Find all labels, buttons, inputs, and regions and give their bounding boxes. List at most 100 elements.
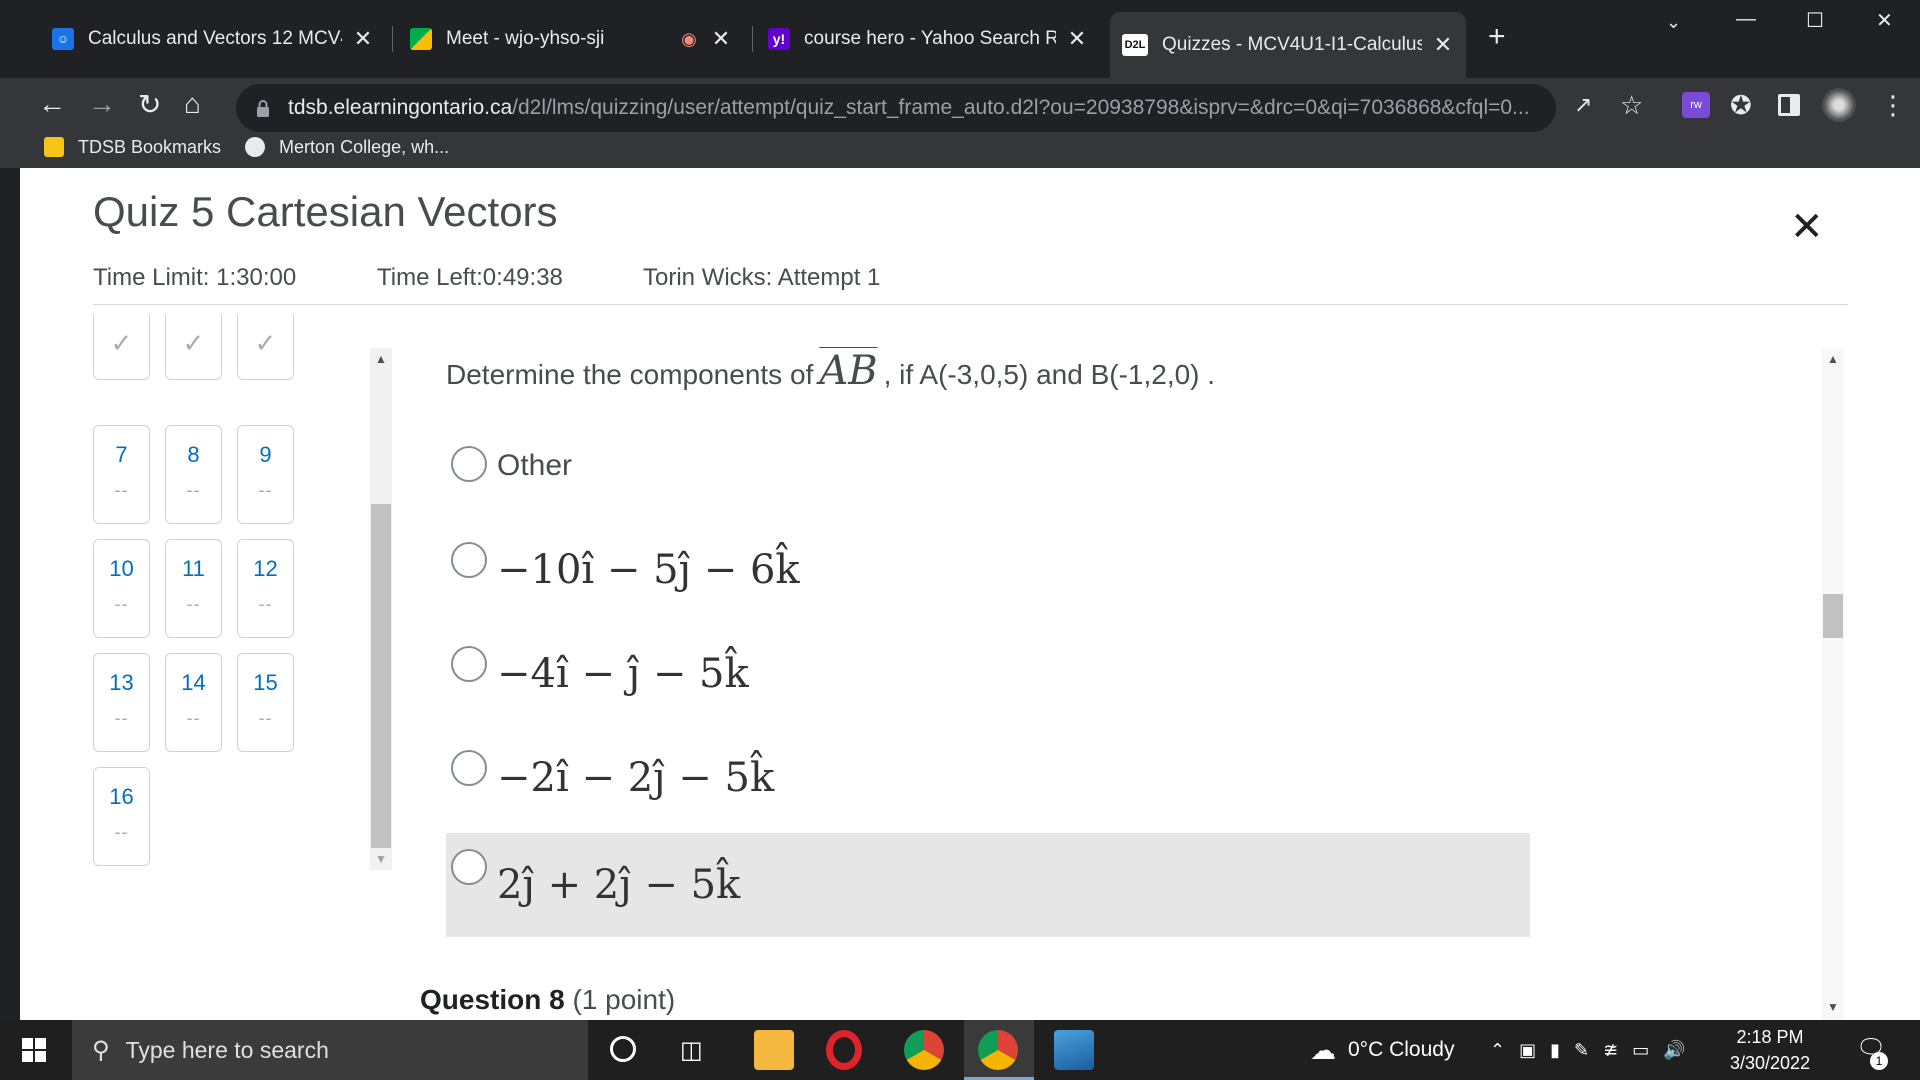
radio-button[interactable] <box>451 849 487 885</box>
reload-button[interactable]: ↻ <box>138 88 161 121</box>
chrome-profile-icon[interactable] <box>978 1030 1018 1070</box>
home-button[interactable]: ⌂ <box>184 88 201 120</box>
nav-question-12[interactable]: 12 -- <box>237 539 294 638</box>
volume-icon[interactable]: 🔊 <box>1663 1040 1685 1061</box>
answer-option-4[interactable]: −2î − 2ĵ − 5k̂ <box>446 726 1530 830</box>
url-host: tdsb.elearningontario.ca <box>288 96 513 119</box>
yahoo-icon: y! <box>768 28 790 50</box>
photos-icon[interactable] <box>1054 1030 1094 1070</box>
time-left: Time Left:0:49:38 <box>377 264 563 291</box>
new-tab-button[interactable]: + <box>1488 20 1506 54</box>
answer-option-5[interactable]: 2ĵ + 2ĵ − 5k̂ <box>446 833 1530 937</box>
nav-question-8[interactable]: 8 -- <box>165 425 222 524</box>
nav-question-7[interactable]: 7 -- <box>93 425 150 524</box>
weather-widget[interactable]: ☁ 0°C Cloudy <box>1310 1020 1454 1080</box>
chrome-icon[interactable] <box>904 1030 944 1070</box>
search-icon: ⚲ <box>92 1036 110 1064</box>
folder-icon <box>44 137 64 157</box>
meet-tray-icon[interactable]: ▣ <box>1519 1040 1536 1061</box>
tab-classroom[interactable]: ☺ Calculus and Vectors 12 MCV4U1 ✕ <box>40 16 386 62</box>
pen-icon[interactable]: ✎ <box>1574 1040 1589 1061</box>
vector-ab: AB <box>819 348 878 394</box>
window-edge <box>0 168 20 1020</box>
scroll-down-arrow-icon[interactable]: ▼ <box>1827 1000 1839 1014</box>
nav-question-11[interactable]: 11 -- <box>165 539 222 638</box>
microphone-icon[interactable]: ▮ <box>1550 1040 1560 1061</box>
time-limit: Time Limit: 1:30:00 <box>93 264 297 291</box>
side-panel-icon[interactable] <box>1778 94 1800 116</box>
wifi-icon[interactable]: ≇ <box>1603 1040 1618 1061</box>
taskbar-search[interactable]: ⚲ Type here to search <box>72 1020 588 1080</box>
meet-icon <box>410 28 432 50</box>
radio-button[interactable] <box>451 446 487 482</box>
opera-icon[interactable] <box>826 1030 862 1070</box>
tab-search-icon[interactable]: ⌄ <box>1666 12 1681 33</box>
close-tab-icon[interactable]: ✕ <box>352 26 374 52</box>
tab-yahoo[interactable]: y! course hero - Yahoo Search Resu ✕ <box>756 16 1100 62</box>
bookmark-tdsb[interactable]: TDSB Bookmarks <box>44 137 221 158</box>
nav-scrollbar[interactable]: ▲ ▼ <box>370 348 392 870</box>
answer-option-2[interactable]: −10î − 5ĵ − 6k̂ <box>446 518 1530 622</box>
nav-question-13[interactable]: 13 -- <box>93 653 150 752</box>
windows-start-icon[interactable] <box>22 1038 46 1062</box>
content-scrollbar-thumb[interactable] <box>1823 594 1843 638</box>
back-button[interactable]: ← <box>38 88 66 120</box>
task-view-icon[interactable]: ◫ <box>680 1036 703 1065</box>
nav-question-5[interactable]: ✓ <box>165 314 222 380</box>
address-bar[interactable]: tdsb.elearningontario.ca/d2l/lms/quizzin… <box>236 84 1556 132</box>
tab-strip: ☺ Calculus and Vectors 12 MCV4U1 ✕ Meet … <box>0 0 1920 78</box>
close-tab-icon[interactable]: ✕ <box>1432 32 1454 58</box>
nav-question-10[interactable]: 10 -- <box>93 539 150 638</box>
cortana-icon[interactable] <box>610 1036 636 1062</box>
profile-avatar[interactable] <box>1822 88 1856 122</box>
check-icon: ✓ <box>110 328 133 358</box>
close-window-button[interactable]: ✕ <box>1876 8 1893 33</box>
forward-button[interactable]: → <box>88 88 116 120</box>
nav-question-15[interactable]: 15 -- <box>237 653 294 752</box>
nav-question-4[interactable]: ✓ <box>93 314 150 380</box>
notification-count-badge: 1 <box>1870 1052 1888 1070</box>
check-icon: ✓ <box>182 328 205 358</box>
question-text: Determine the components of AB , if A(-3… <box>446 348 1216 394</box>
radio-button[interactable] <box>451 542 487 578</box>
answer-option-3[interactable]: −4î − ĵ − 5k̂ <box>446 622 1530 726</box>
menu-kebab-icon[interactable]: ⋮ <box>1880 90 1906 121</box>
answer-option-other[interactable]: Other <box>446 414 1530 518</box>
file-explorer-icon[interactable] <box>754 1030 794 1070</box>
d2l-icon: D2L <box>1122 34 1148 56</box>
tab-meet[interactable]: Meet - wjo-yhso-sji ◉ ✕ <box>398 16 744 62</box>
bookmark-star-icon[interactable]: ☆ <box>1620 90 1643 121</box>
share-icon[interactable]: ↗ <box>1574 92 1592 118</box>
bookmarks-bar: TDSB Bookmarks Merton College, wh... <box>0 126 449 168</box>
close-tab-icon[interactable]: ✕ <box>1066 26 1088 52</box>
minimize-button[interactable]: — <box>1736 8 1756 31</box>
nav-question-9[interactable]: 9 -- <box>237 425 294 524</box>
scroll-up-arrow-icon[interactable]: ▲ <box>1827 352 1839 366</box>
radio-button[interactable] <box>451 750 487 786</box>
bookmark-merton[interactable]: Merton College, wh... <box>245 137 449 158</box>
nav-question-14[interactable]: 14 -- <box>165 653 222 752</box>
extensions-puzzle-icon[interactable]: ✪ <box>1730 90 1752 121</box>
attempt-info: Torin Wicks: Attempt 1 <box>643 264 881 291</box>
nav-scrollbar-thumb[interactable] <box>371 504 391 848</box>
maximize-button[interactable]: ☐ <box>1806 8 1824 33</box>
radio-button[interactable] <box>451 646 487 682</box>
quiz-page: Quiz 5 Cartesian Vectors ✕ Time Limit: 1… <box>20 168 1920 1020</box>
battery-icon[interactable]: ▭ <box>1632 1040 1649 1061</box>
windows-taskbar: ⚲ Type here to search ◫ ☁ 0°C Cloudy ⌃ ▣… <box>0 1020 1920 1080</box>
next-question-header: Question 8 (1 point) <box>420 984 676 1015</box>
tab-quizzes[interactable]: D2L Quizzes - MCV4U1-I1-Calculus an ✕ <box>1110 12 1466 78</box>
content-scrollbar[interactable]: ▲ ▼ <box>1822 348 1844 1020</box>
nav-question-16[interactable]: 16 -- <box>93 767 150 866</box>
system-tray: ⌃ ▣ ▮ ✎ ≇ ▭ 🔊 <box>1490 1020 1686 1080</box>
nav-question-6[interactable]: ✓ <box>237 314 294 380</box>
close-tab-icon[interactable]: ✕ <box>710 26 732 52</box>
taskbar-clock[interactable]: 2:18 PM 3/30/2022 <box>1730 1024 1810 1076</box>
scroll-up-arrow-icon[interactable]: ▲ <box>375 352 387 366</box>
chevron-up-icon[interactable]: ⌃ <box>1490 1040 1505 1061</box>
scroll-down-arrow-icon[interactable]: ▼ <box>375 852 387 866</box>
tab-separator <box>392 26 393 52</box>
extension-rw-icon[interactable]: rw <box>1682 92 1710 118</box>
tab-separator <box>752 26 753 52</box>
close-quiz-button[interactable]: ✕ <box>1790 204 1824 250</box>
